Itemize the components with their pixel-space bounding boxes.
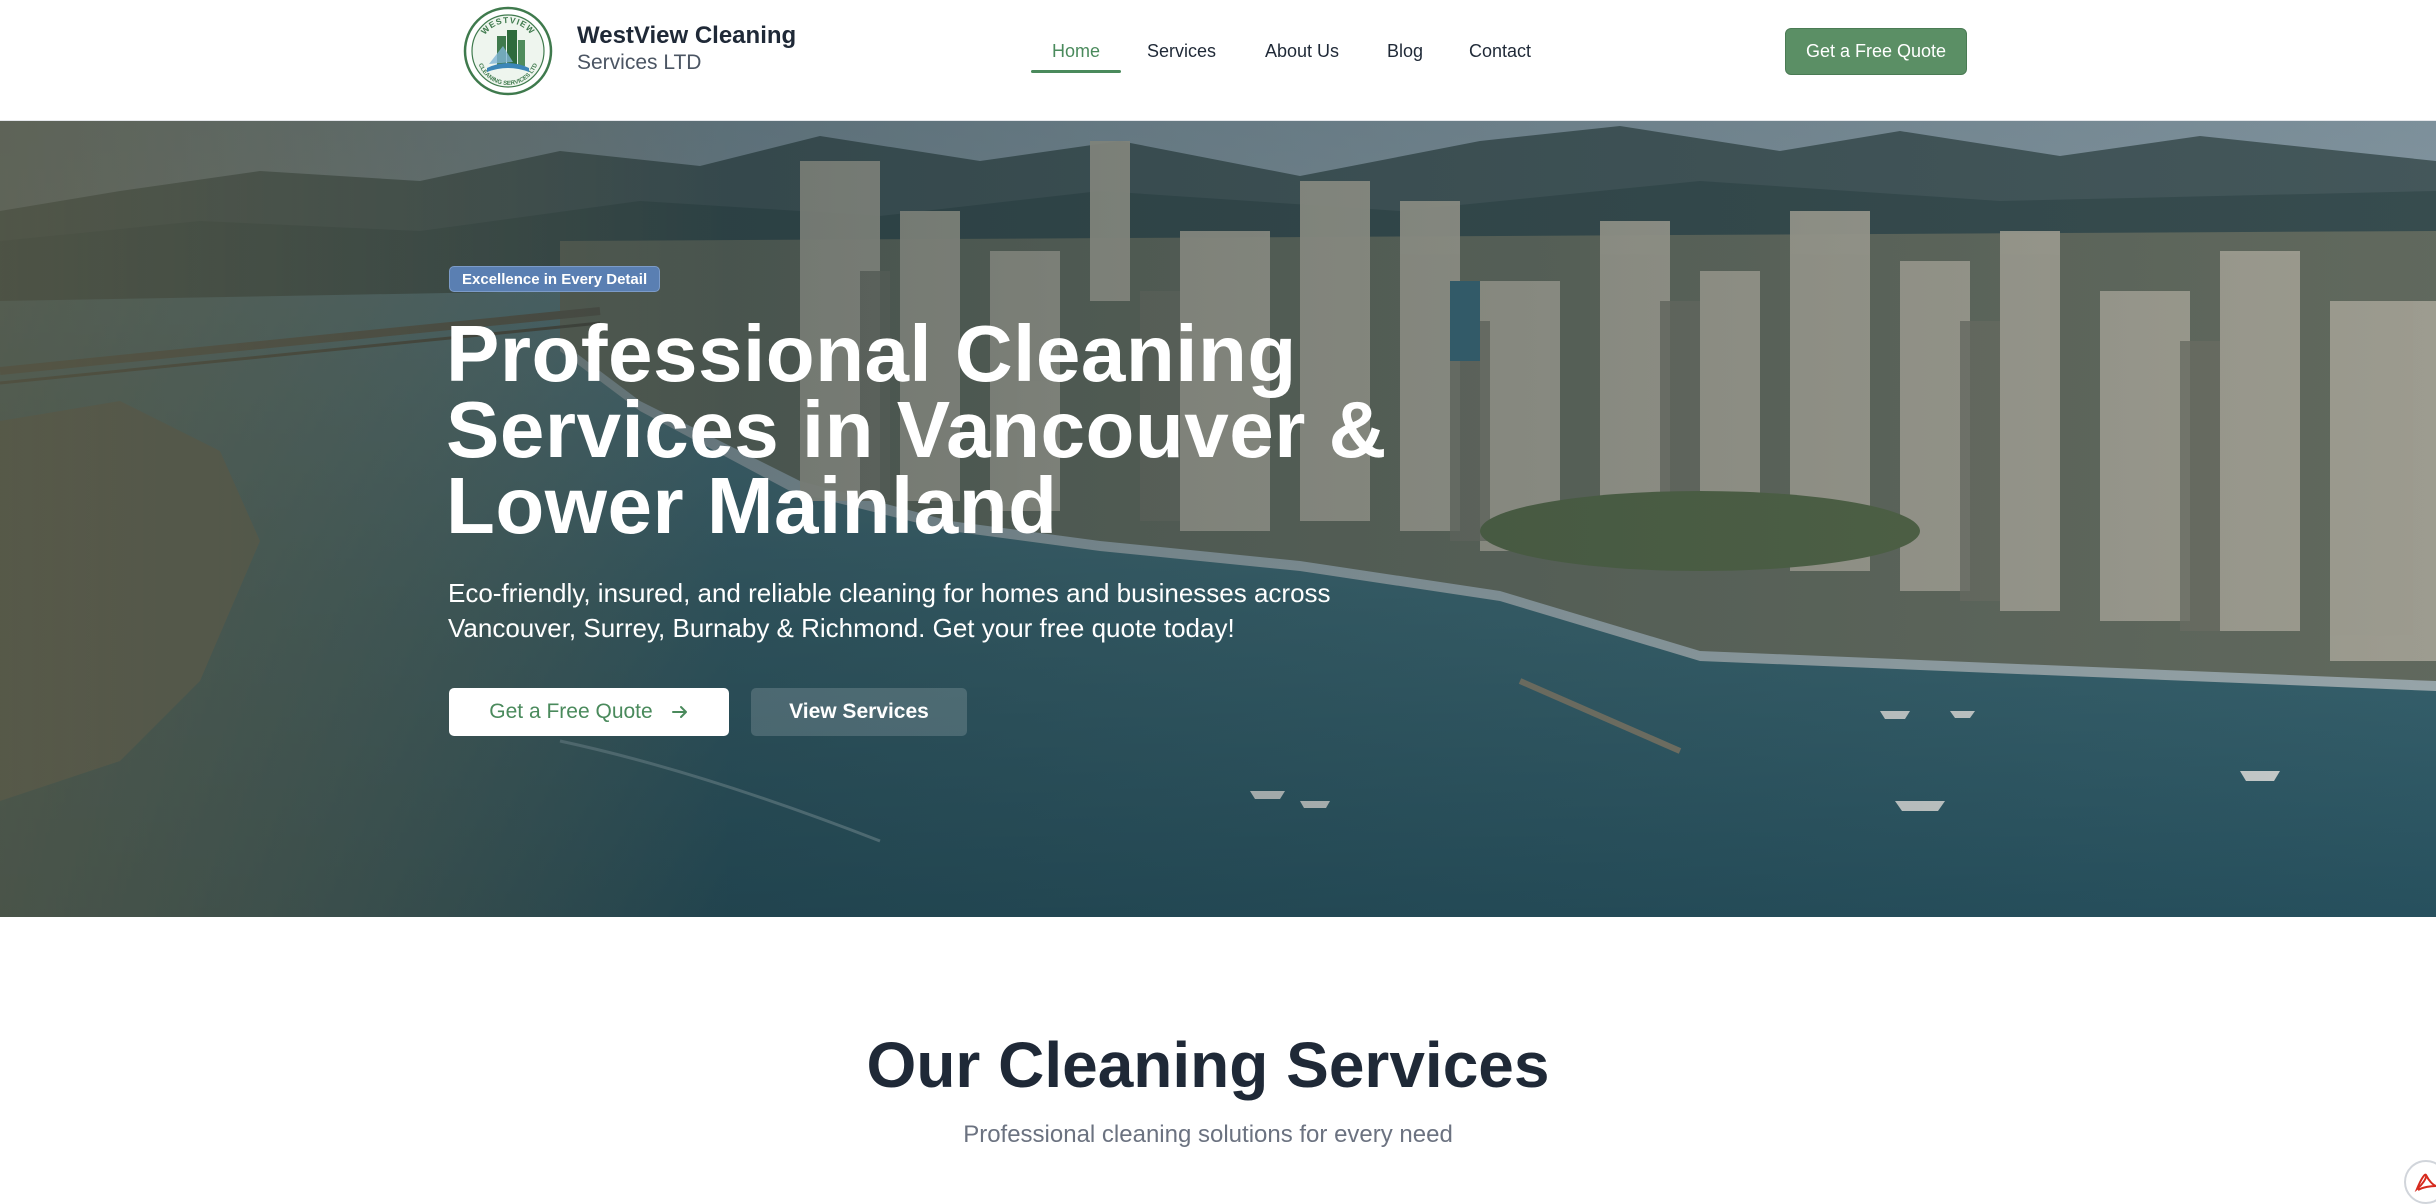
nav-active-indicator (1031, 70, 1121, 73)
services-section-title: Our Cleaning Services (866, 1029, 1550, 1101)
nav-services[interactable]: Services (1147, 38, 1216, 64)
hero-title-line: Services in Vancouver & (446, 385, 1387, 474)
nav-about-us[interactable]: About Us (1265, 38, 1339, 64)
nav-contact[interactable]: Contact (1469, 38, 1531, 64)
nav-blog[interactable]: Blog (1387, 38, 1423, 64)
hero-title-line: Professional Cleaning (446, 309, 1297, 398)
hero-title-line: Lower Mainland (446, 461, 1058, 550)
hero-badge: Excellence in Every Detail (449, 266, 661, 292)
pdf-icon[interactable] (2404, 1160, 2436, 1204)
hero-free-quote-label: Get a Free Quote (489, 700, 653, 723)
hero-title: Professional Cleaning Services in Vancou… (446, 309, 1446, 550)
arrow-right-icon (671, 706, 687, 718)
hero-description: Eco-friendly, insured, and reliable clea… (448, 576, 1408, 646)
hero-free-quote-button[interactable]: Get a Free Quote (449, 688, 729, 736)
hero-section: Excellence in Every Detail Professional … (0, 121, 2436, 917)
hero-description-line: Vancouver, Surrey, Burnaby & Richmond. G… (448, 613, 1235, 643)
services-section-subtitle: Professional cleaning solutions for ever… (963, 1121, 1453, 1148)
hero-description-line: Eco-friendly, insured, and reliable clea… (448, 578, 1331, 608)
view-services-button[interactable]: View Services (751, 688, 967, 736)
site-header: WESTVIEW CLEANING SERVICES LTD WestView … (0, 0, 2436, 121)
main-nav: Home Services About Us Blog Contact (0, 38, 2436, 78)
header-free-quote-button[interactable]: Get a Free Quote (1785, 28, 1967, 75)
nav-home[interactable]: Home (1052, 38, 1100, 64)
